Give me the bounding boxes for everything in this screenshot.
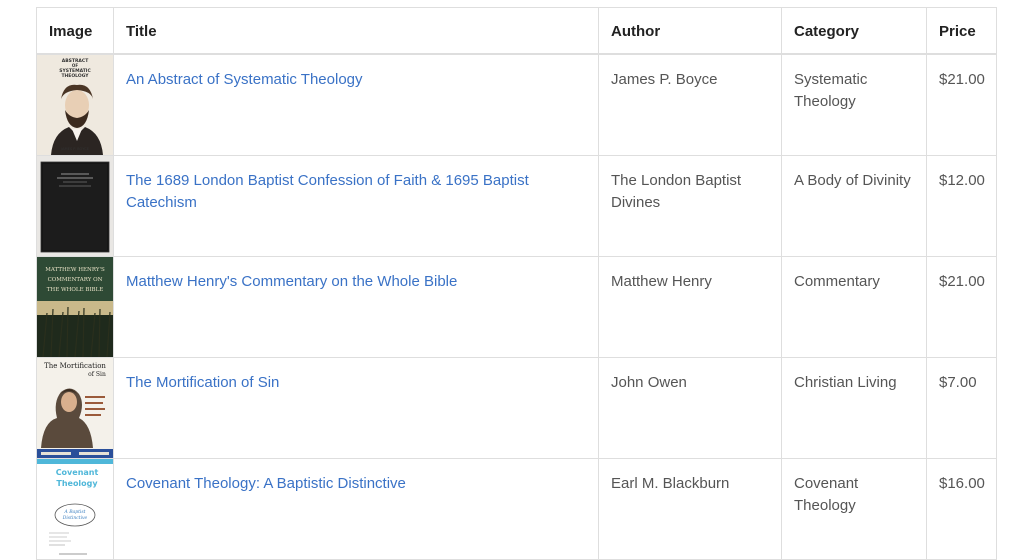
book-title-link[interactable]: The 1689 London Baptist Confession of Fa… xyxy=(126,172,529,211)
column-header-category[interactable]: Category xyxy=(781,7,927,55)
image-cell: MATTHEW HENRY'S COMMENTARY ON THE WHOLE … xyxy=(36,255,114,358)
cover-text: Theology xyxy=(56,479,98,488)
cover-text: of Sin xyxy=(88,371,106,378)
author-cell: Earl M. Blackburn xyxy=(598,457,782,560)
books-table: Image Title Author Category Price ABSTRA… xyxy=(36,7,997,560)
title-cell: An Abstract of Systematic Theology xyxy=(113,53,599,156)
author-cell: John Owen xyxy=(598,356,782,459)
cover-text: A Baptist xyxy=(64,509,86,515)
price-cell: $21.00 xyxy=(926,53,997,156)
cover-text: Distinctive xyxy=(62,515,88,521)
title-cell: The Mortification of Sin xyxy=(113,356,599,459)
category-cell: Systematic Theology xyxy=(781,53,927,156)
author-cell: James P. Boyce xyxy=(598,53,782,156)
table-row: The 1689 London Baptist Confession of Fa… xyxy=(36,154,997,257)
category-cell: Commentary xyxy=(781,255,927,358)
books-table-container: Image Title Author Category Price ABSTRA… xyxy=(36,7,997,560)
table-row: MATTHEW HENRY'S COMMENTARY ON THE WHOLE … xyxy=(36,255,997,358)
price-cell: $12.00 xyxy=(926,154,997,257)
column-header-price[interactable]: Price xyxy=(926,7,997,55)
price-cell: $16.00 xyxy=(926,457,997,560)
book-title-link[interactable]: Matthew Henry's Commentary on the Whole … xyxy=(126,273,457,290)
cover-text: THE WHOLE BIBLE xyxy=(47,287,104,293)
category-cell: Covenant Theology xyxy=(781,457,927,560)
author-cell: The London Baptist Divines xyxy=(598,154,782,257)
cover-text: THEOLOGY xyxy=(61,73,89,79)
title-cell: Matthew Henry's Commentary on the Whole … xyxy=(113,255,599,358)
cover-text: The Mortification xyxy=(44,362,106,370)
column-header-author[interactable]: Author xyxy=(598,7,782,55)
book-cover-covenant-theology-icon[interactable]: Covenant Theology A Baptist Distinctive xyxy=(37,458,113,559)
column-header-image[interactable]: Image xyxy=(36,7,114,55)
title-cell: The 1689 London Baptist Confession of Fa… xyxy=(113,154,599,257)
column-header-title[interactable]: Title xyxy=(113,7,599,55)
cover-text: COMMENTARY ON xyxy=(48,277,103,283)
book-cover-black-confession-icon[interactable] xyxy=(37,155,113,256)
image-cell: Covenant Theology A Baptist Distinctive xyxy=(36,457,114,560)
table-row: ABSTRACT OF SYSTEMATIC THEOLOGY JAMES P.… xyxy=(36,53,997,156)
price-cell: $21.00 xyxy=(926,255,997,358)
title-cell: Covenant Theology: A Baptistic Distincti… xyxy=(113,457,599,560)
cover-text: OF xyxy=(72,63,78,68)
cover-text: MATTHEW HENRY'S xyxy=(45,267,105,273)
book-cover-portrait-boyce-icon[interactable]: ABSTRACT OF SYSTEMATIC THEOLOGY JAMES P.… xyxy=(37,54,113,155)
table-header-row: Image Title Author Category Price xyxy=(36,7,997,55)
table-row: Covenant Theology A Baptist Distinctive xyxy=(36,457,997,560)
book-title-link[interactable]: Covenant Theology: A Baptistic Distincti… xyxy=(126,475,406,492)
image-cell xyxy=(36,154,114,257)
cover-text: Covenant xyxy=(56,468,99,477)
book-title-link[interactable]: An Abstract of Systematic Theology xyxy=(126,71,363,88)
book-title-link[interactable]: The Mortification of Sin xyxy=(126,374,279,391)
table-row: The Mortification of Sin The Mortificati… xyxy=(36,356,997,459)
category-cell: Christian Living xyxy=(781,356,927,459)
cover-text: JAMES P. BOYCE xyxy=(60,147,90,151)
author-cell: Matthew Henry xyxy=(598,255,782,358)
image-cell: The Mortification of Sin xyxy=(36,356,114,459)
book-cover-wheat-field-icon[interactable]: MATTHEW HENRY'S COMMENTARY ON THE WHOLE … xyxy=(37,256,113,357)
image-cell: ABSTRACT OF SYSTEMATIC THEOLOGY JAMES P.… xyxy=(36,53,114,156)
book-cover-portrait-owen-icon[interactable]: The Mortification of Sin xyxy=(37,357,113,458)
category-cell: A Body of Divinity xyxy=(781,154,927,257)
price-cell: $7.00 xyxy=(926,356,997,459)
